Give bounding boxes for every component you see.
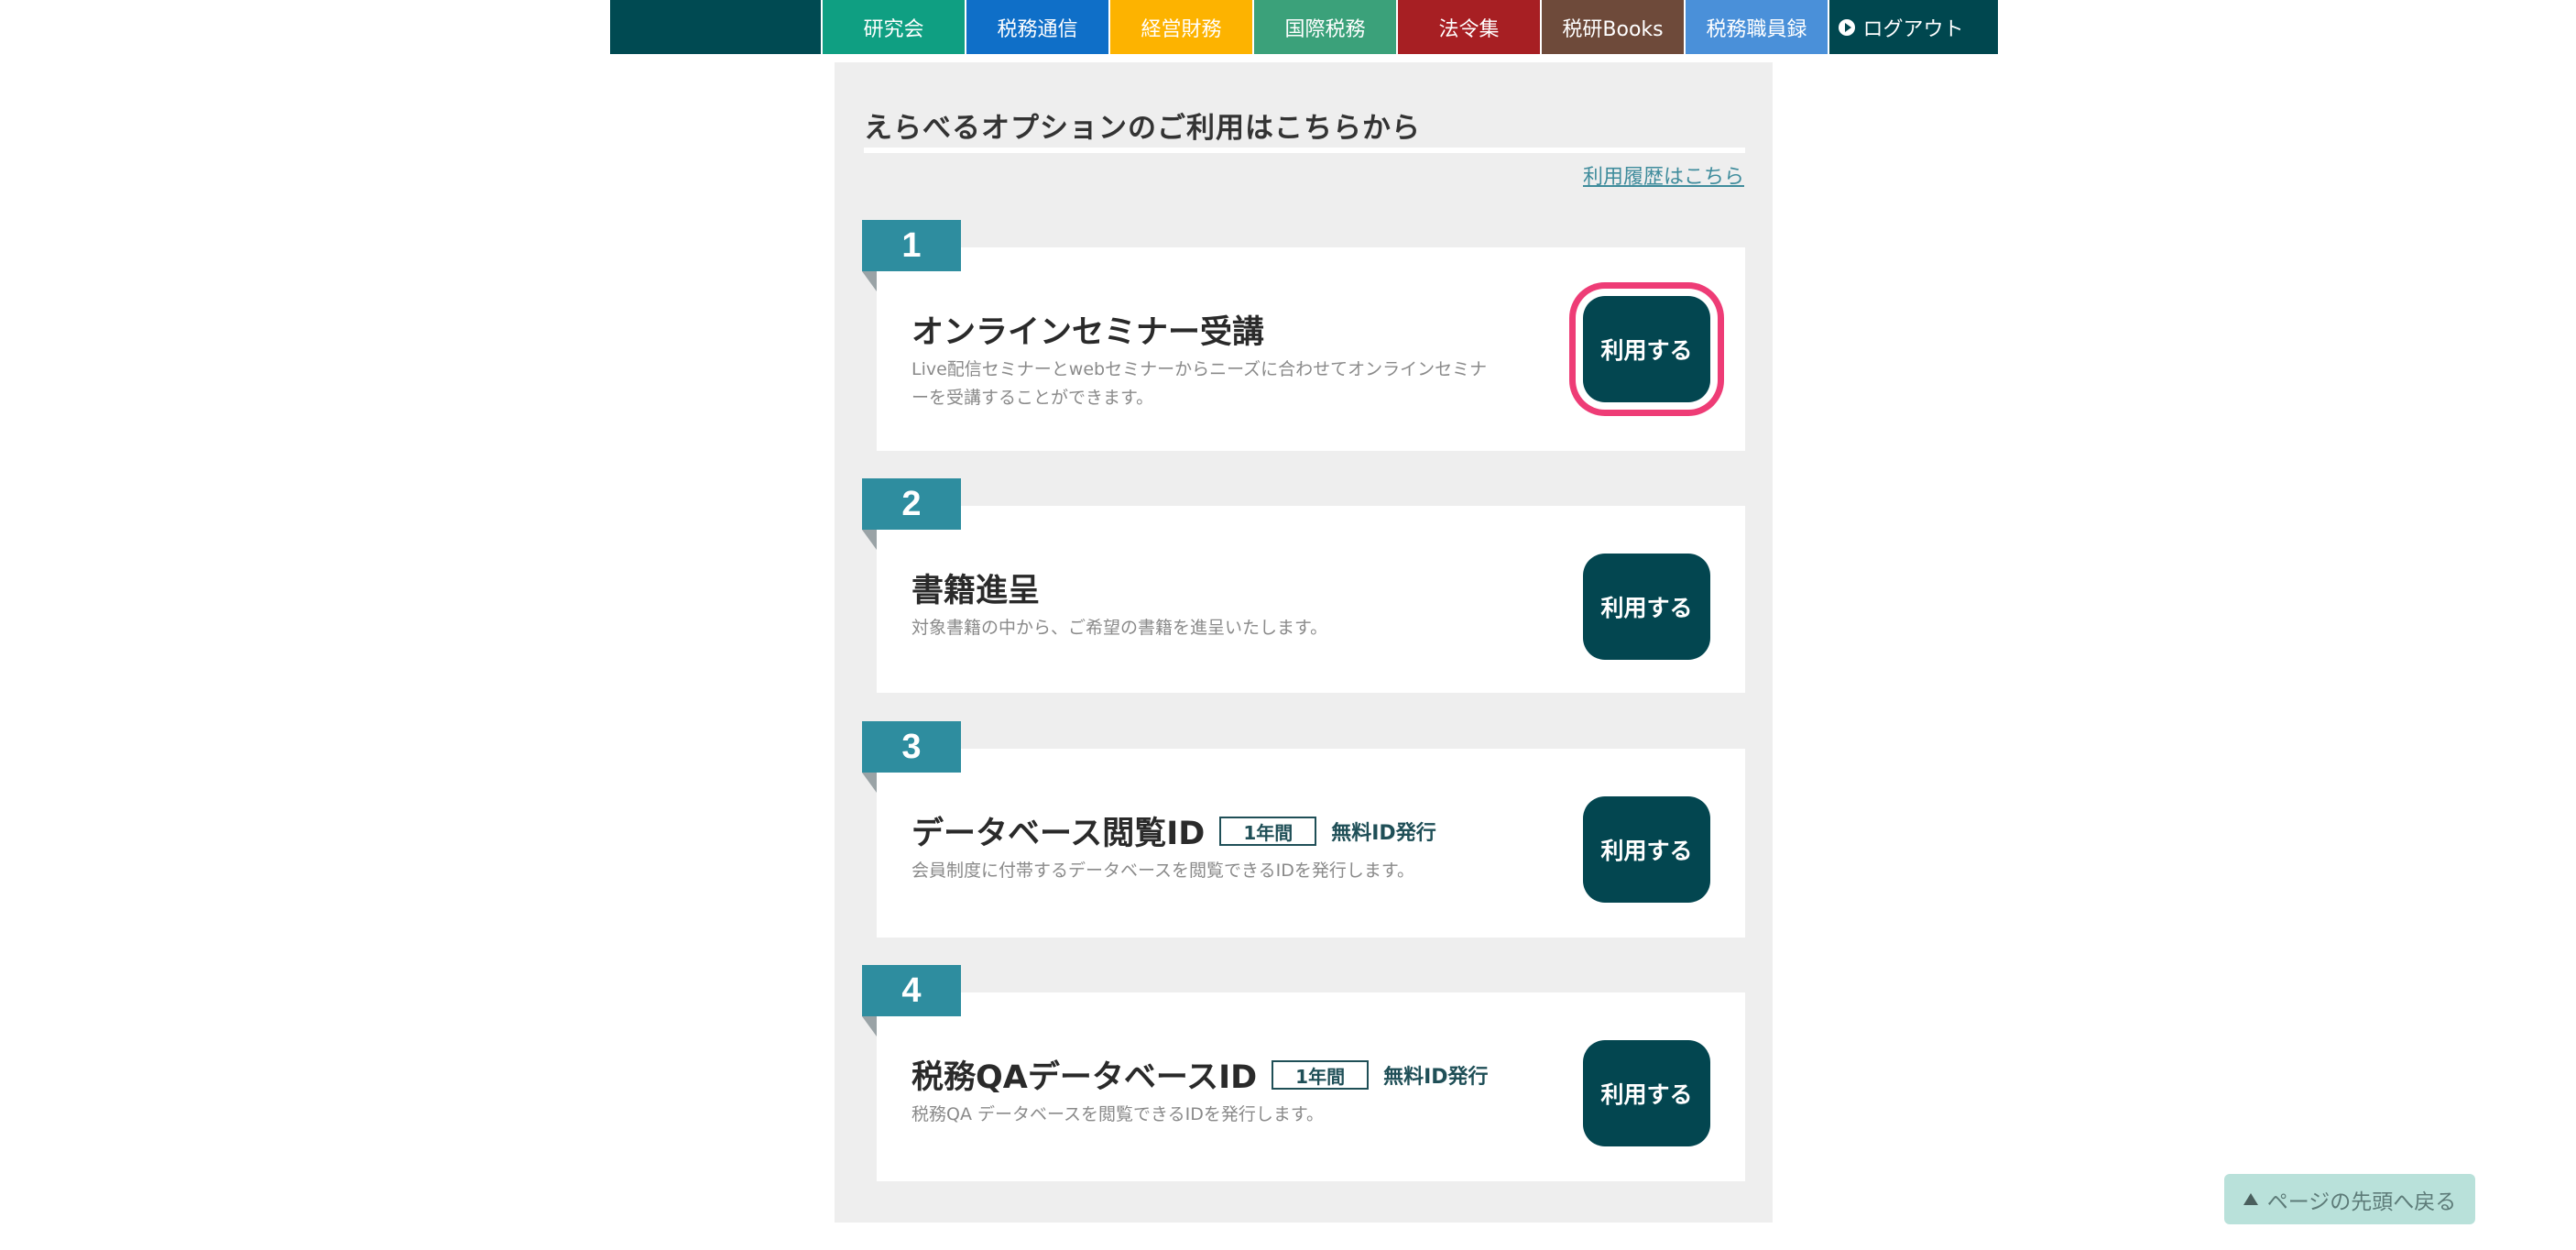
card-description: Live配信セミナーとwebセミナーからニーズに合わせてオンラインセミナーを受講… [911, 359, 1488, 408]
duration-badge: 1年間 [1219, 816, 1317, 846]
triangle-up-icon [2243, 1193, 2258, 1205]
duration-badge: 1年間 [1272, 1059, 1370, 1090]
card-description: 対象書籍の中から、ご希望の書籍を進呈いたします。 [911, 618, 1328, 638]
play-circle-icon [1839, 18, 1856, 36]
use-button-book-gift[interactable]: 利用する [1583, 554, 1710, 660]
back-to-top-label: ページの先頭へ戻る [2266, 1190, 2457, 1214]
option-card-tax-qa-id: 4 税務QAデータベースID 1年間 無料ID発行 税務QA データベースを閲覧… [862, 965, 1745, 1181]
card-title: 書籍進呈 [911, 573, 1041, 609]
free-id-label: 無料ID発行 [1383, 1065, 1489, 1089]
option-card-book-gift: 2 書籍進呈 対象書籍の中から、ご希望の書籍を進呈いたします。 利用する [862, 478, 1745, 693]
nav-item-houreishu[interactable]: 法令集 [1396, 0, 1540, 54]
logout-button[interactable]: ログアウト [1828, 0, 1973, 54]
brand-block [610, 0, 821, 54]
usage-history-link[interactable]: 利用履歴はこちら [1583, 160, 1744, 190]
top-nav: 研究会 税務通信 経営財務 国際税務 法令集 税研Books 税務職員録 ログア… [610, 0, 1998, 54]
page-title: えらべるオプションのご利用はこちらから [864, 112, 1421, 145]
card-number: 1 [862, 220, 961, 271]
card-title: データベース閲覧ID [911, 816, 1206, 852]
card-title-row: 税務QAデータベースID 1年間 無料ID発行 [911, 1051, 1489, 1098]
title-divider [864, 148, 1745, 153]
nav-item-zeiken-books[interactable]: 税研Books [1540, 0, 1684, 54]
card-title-row: データベース閲覧ID 1年間 無料ID発行 [911, 807, 1436, 854]
use-button-database-id[interactable]: 利用する [1583, 796, 1710, 903]
card-description: 税務QA データベースを閲覧できるIDを発行します。 [911, 1104, 1324, 1124]
tab-fold [862, 530, 877, 550]
back-to-top-button[interactable]: ページの先頭へ戻る [2224, 1174, 2475, 1224]
free-id-label: 無料ID発行 [1331, 821, 1436, 845]
option-card-online-seminar: 1 オンラインセミナー受講 Live配信セミナーとwebセミナーからニーズに合わ… [862, 220, 1745, 451]
use-button-online-seminar[interactable]: 利用する [1583, 296, 1710, 402]
option-card-database-id: 3 データベース閲覧ID 1年間 無料ID発行 会員制度に付帯するデータベースを… [862, 721, 1745, 938]
nav-item-kenkyukai[interactable]: 研究会 [821, 0, 965, 54]
nav-item-kokusai-zeimu[interactable]: 国際税務 [1252, 0, 1396, 54]
card-title: 税務QAデータベースID [911, 1059, 1258, 1096]
use-button-tax-qa-id[interactable]: 利用する [1583, 1040, 1710, 1146]
logout-label: ログアウト [1862, 17, 1964, 41]
nav-item-zeimu-shokuinroku[interactable]: 税務職員録 [1684, 0, 1828, 54]
card-number: 2 [862, 478, 961, 530]
tab-fold [862, 773, 877, 793]
nav-item-zeimu-tsushin[interactable]: 税務通信 [965, 0, 1108, 54]
nav-item-keiei-zaimu[interactable]: 経営財務 [1108, 0, 1252, 54]
tab-fold [862, 1016, 877, 1036]
tab-fold [862, 271, 877, 291]
options-panel: えらべるオプションのご利用はこちらから 利用履歴はこちら 1 オンラインセミナー… [835, 62, 1773, 1223]
card-number: 4 [862, 965, 961, 1016]
card-title: オンラインセミナー受講 [911, 314, 1265, 351]
card-description: 会員制度に付帯するデータベースを閲覧できるIDを発行します。 [911, 861, 1415, 881]
card-number: 3 [862, 721, 961, 773]
